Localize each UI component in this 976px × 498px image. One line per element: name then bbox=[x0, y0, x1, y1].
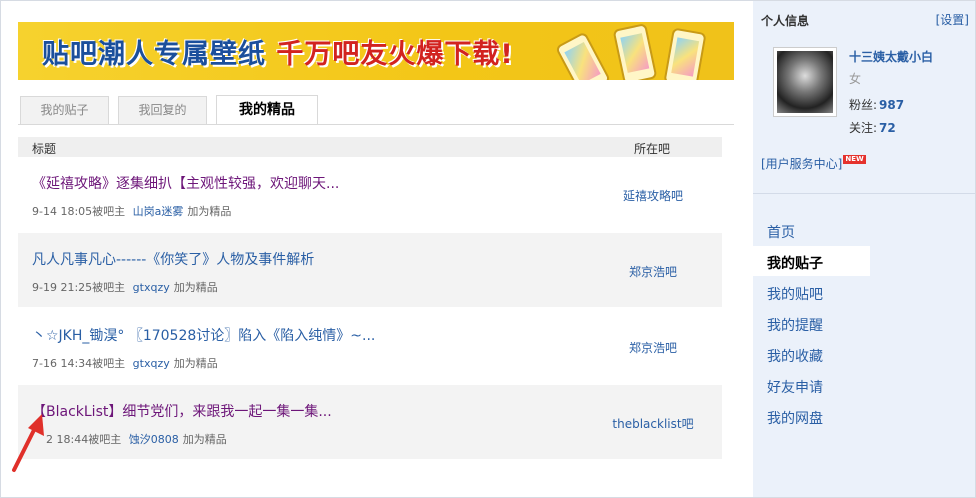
sidebar: 个人信息 [设置] 十三姨太戴小白 女 粉丝: 987 关注: 72 [用户服务中心… bbox=[753, 1, 975, 497]
follow-count-link[interactable]: 72 bbox=[879, 121, 896, 135]
bar-link[interactable]: 郑京浩吧 bbox=[578, 263, 728, 280]
settings-link[interactable]: [设置] bbox=[936, 11, 969, 28]
banner-text-red: 千万吧友火爆下载! bbox=[276, 39, 514, 70]
sidebar-item-my-posts[interactable]: 我的贴子 bbox=[767, 253, 823, 273]
annotation-arrow-icon bbox=[12, 414, 44, 472]
bar-link[interactable]: theblacklist吧 bbox=[578, 415, 728, 432]
table-row: 《延禧攻略》逐集细扒【主观性较强，欢迎聊天... 9-14 18:05被吧主 山… bbox=[18, 157, 722, 231]
sidebar-item-favorites[interactable]: 我的收藏 bbox=[767, 346, 823, 366]
avatar[interactable] bbox=[773, 47, 837, 117]
post-title-link[interactable]: 【BlackList】细节党们，来跟我一起一集一集... bbox=[32, 401, 332, 421]
table-row: 凡人凡事凡心------《你笑了》人物及事件解析 9-19 21:25被吧主 g… bbox=[18, 233, 722, 307]
column-header-title: 标题 bbox=[32, 142, 57, 156]
gender-text: 女 bbox=[849, 72, 862, 86]
table-row: 丶☆JKH_锄淏° 〖170528讨论〗陷入《陷入纯情》~... 7-16 14… bbox=[18, 309, 722, 383]
user-service-center-link[interactable]: [用户服务中心] NEW bbox=[761, 155, 866, 172]
post-meta: 9-19 21:25被吧主 gtxqzy 加为精品 bbox=[32, 281, 218, 294]
moderator-link[interactable]: gtxqzy bbox=[133, 281, 170, 294]
post-title-link[interactable]: 《延禧攻略》逐集细扒【主观性较强，欢迎聊天... bbox=[32, 173, 339, 193]
wallpaper-banner[interactable]: 贴吧潮人专属壁纸 千万吧友火爆下载! bbox=[18, 22, 734, 80]
banner-text-blue: 贴吧潮人专属壁纸 bbox=[42, 39, 266, 70]
tab-my-featured[interactable]: 我的精品 bbox=[216, 95, 318, 125]
sidebar-item-friend-requests[interactable]: 好友申请 bbox=[767, 377, 823, 397]
follow-count: 关注: 72 bbox=[849, 121, 896, 135]
banner-text: 贴吧潮人专属壁纸 千万吧友火爆下载! bbox=[42, 32, 514, 71]
fans-count-link[interactable]: 987 bbox=[879, 98, 904, 112]
phone-illustration bbox=[663, 27, 707, 80]
column-header-bar: 所在吧 bbox=[634, 142, 671, 156]
phone-illustration bbox=[612, 23, 658, 80]
tab-my-replies[interactable]: 我回复的 bbox=[118, 96, 207, 124]
post-title-link[interactable]: 凡人凡事凡心------《你笑了》人物及事件解析 bbox=[32, 249, 314, 269]
sidebar-item-reminders[interactable]: 我的提醒 bbox=[767, 315, 823, 335]
table-row: 【BlackList】细节党们，来跟我一起一集一集... 2 18:44被吧主 … bbox=[18, 385, 722, 459]
moderator-link[interactable]: 蚀汐0808 bbox=[129, 433, 179, 446]
post-meta: 7-16 14:34被吧主 gtxqzy 加为精品 bbox=[32, 357, 218, 370]
sidebar-item-home[interactable]: 首页 bbox=[767, 222, 795, 242]
moderator-link[interactable]: 山岗a迷雾 bbox=[133, 205, 184, 218]
new-badge: NEW bbox=[843, 155, 866, 164]
post-meta: 9-14 18:05被吧主 山岗a迷雾 加为精品 bbox=[32, 205, 232, 218]
fans-count: 粉丝: 987 bbox=[849, 98, 905, 112]
sidebar-divider bbox=[753, 193, 975, 194]
phone-illustration bbox=[554, 31, 612, 80]
post-meta: 2 18:44被吧主 蚀汐0808 加为精品 bbox=[46, 433, 227, 446]
sidebar-item-netdisk[interactable]: 我的网盘 bbox=[767, 408, 823, 428]
post-title-link[interactable]: 丶☆JKH_锄淏° 〖170528讨论〗陷入《陷入纯情》~... bbox=[32, 325, 375, 345]
username-link[interactable]: 十三姨太戴小白 bbox=[849, 48, 933, 65]
table-header: 标题 所在吧 bbox=[18, 137, 722, 157]
tab-my-posts[interactable]: 我的贴子 bbox=[20, 96, 109, 124]
bar-link[interactable]: 延禧攻略吧 bbox=[578, 187, 728, 204]
bar-link[interactable]: 郑京浩吧 bbox=[578, 339, 728, 356]
sidebar-item-my-bars[interactable]: 我的贴吧 bbox=[767, 284, 823, 304]
sidebar-title: 个人信息 bbox=[761, 14, 810, 28]
tabs-divider bbox=[18, 124, 734, 125]
moderator-link[interactable]: gtxqzy bbox=[133, 357, 170, 370]
